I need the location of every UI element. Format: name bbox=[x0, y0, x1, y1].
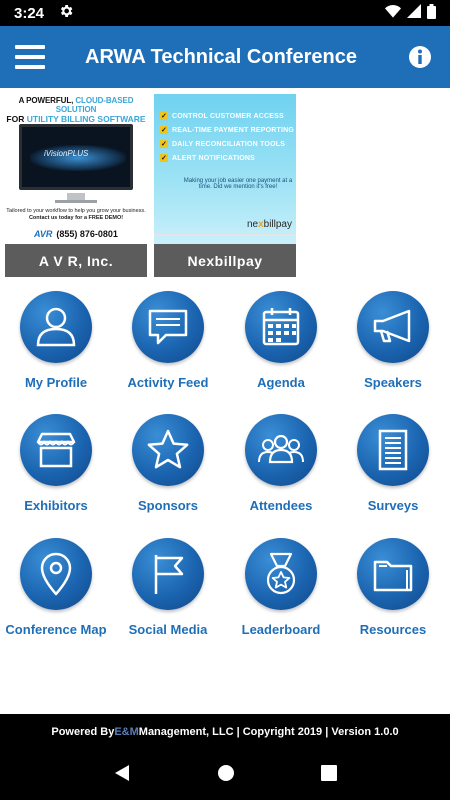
ad-avr-cta: Contact us today for a FREE DEMO! bbox=[28, 215, 124, 221]
home-button[interactable] bbox=[217, 764, 235, 787]
info-button[interactable] bbox=[390, 26, 450, 88]
check-icon: ✓ bbox=[160, 126, 168, 134]
ad-nexbillpay-image: ✓ CONTROL CUSTOMER ACCESS ✓ REAL-TIME PAYM… bbox=[154, 94, 296, 244]
ad-avr-image: A POWERFUL, CLOUD-BASED SOLUTION FOR UTI… bbox=[5, 94, 147, 244]
footer-brand: E&M bbox=[114, 726, 139, 738]
ad-nexbillpay-tagline: Making your job easier one payment at a … bbox=[183, 178, 293, 190]
status-bar: 3:24 bbox=[0, 0, 450, 26]
tile-label: Sponsors bbox=[138, 498, 198, 513]
monitor-graphic: iVisionPLUS bbox=[19, 124, 133, 190]
signal-icon bbox=[407, 4, 421, 22]
tile-social-media[interactable]: Social Media bbox=[112, 535, 224, 655]
feature-item: ✓ CONTROL CUSTOMER ACCESS bbox=[160, 112, 284, 120]
tile-speakers[interactable]: Speakers bbox=[337, 288, 449, 408]
tile-sponsors[interactable]: Sponsors bbox=[112, 411, 224, 531]
app-bar: ARWA Technical Conference bbox=[0, 26, 450, 88]
ad-nexbillpay-label: Nexbillpay bbox=[154, 244, 296, 277]
ad-avr-phone: (855) 876-0801 bbox=[56, 229, 118, 239]
footer: Powered By E&M Management, LLC | Copyrig… bbox=[0, 714, 450, 750]
footer-prefix: Powered By bbox=[51, 726, 115, 738]
profile-icon bbox=[20, 291, 92, 363]
sponsor-carousel: A POWERFUL, CLOUD-BASED SOLUTION FOR UTI… bbox=[5, 94, 450, 277]
tile-my-profile[interactable]: My Profile bbox=[0, 288, 112, 408]
ad-avr-tagline: Tailored to your workflow to help you gr… bbox=[6, 208, 146, 214]
tile-leaderboard[interactable]: Leaderboard bbox=[225, 535, 337, 655]
document-icon bbox=[357, 414, 429, 486]
settings-icon bbox=[58, 3, 74, 23]
tile-label: Activity Feed bbox=[127, 375, 209, 390]
tile-label: Resources bbox=[359, 622, 427, 637]
star-icon bbox=[132, 414, 204, 486]
ad-nexbillpay[interactable]: ✓ CONTROL CUSTOMER ACCESS ✓ REAL-TIME PAYM… bbox=[154, 94, 296, 277]
wifi-icon bbox=[385, 4, 401, 22]
ad-avr-label: A V R, Inc. bbox=[5, 244, 147, 277]
tile-label: Social Media bbox=[128, 622, 208, 637]
tile-label: Leaderboard bbox=[241, 622, 321, 637]
footer-suffix: Management, LLC | Copyright 2019 | Versi… bbox=[138, 726, 399, 738]
folder-icon bbox=[357, 538, 429, 610]
map-pin-icon bbox=[20, 538, 92, 610]
tile-label: Conference Map bbox=[5, 622, 107, 637]
ad-avr-product: iVisionPLUS bbox=[44, 149, 89, 158]
tile-label: Agenda bbox=[257, 375, 305, 390]
tile-resources[interactable]: Resources bbox=[337, 535, 449, 655]
flag-icon bbox=[132, 538, 204, 610]
feature-item: ✓ DAILY RECONCILIATION TOOLS bbox=[160, 140, 286, 148]
ad-avr[interactable]: A POWERFUL, CLOUD-BASED SOLUTION FOR UTI… bbox=[5, 94, 147, 277]
menu-button[interactable] bbox=[0, 26, 60, 88]
group-icon bbox=[245, 414, 317, 486]
page-title: ARWA Technical Conference bbox=[85, 45, 357, 68]
feature-item: ✓ ALERT NOTIFICATIONS bbox=[160, 154, 255, 162]
ad-avr-phone-line: AVR (855) 876-0801 bbox=[5, 229, 147, 239]
calendar-icon bbox=[245, 291, 317, 363]
tile-label: Speakers bbox=[364, 375, 422, 390]
ad-avr-headline-2: FOR UTILITY BILLING SOFTWARE bbox=[6, 114, 146, 124]
tile-label: Exhibitors bbox=[24, 498, 88, 513]
check-icon: ✓ bbox=[160, 112, 168, 120]
storefront-icon bbox=[20, 414, 92, 486]
tile-attendees[interactable]: Attendees bbox=[225, 411, 337, 531]
battery-icon bbox=[427, 3, 436, 23]
clock: 3:24 bbox=[14, 4, 45, 22]
check-icon: ✓ bbox=[160, 140, 168, 148]
chat-icon bbox=[132, 291, 204, 363]
info-icon bbox=[409, 46, 431, 68]
nexbillpay-logo: nexbillpay bbox=[246, 219, 292, 230]
system-nav-bar bbox=[0, 750, 450, 800]
home-icon bbox=[218, 764, 234, 781]
back-button[interactable] bbox=[113, 764, 131, 787]
check-icon: ✓ bbox=[160, 154, 168, 162]
megaphone-icon bbox=[357, 291, 429, 363]
avr-logo: AVR bbox=[34, 229, 53, 239]
tile-activity-feed[interactable]: Activity Feed bbox=[112, 288, 224, 408]
feature-list: ✓ CONTROL CUSTOMER ACCESS ✓ REAL-TIME PAYM… bbox=[160, 112, 294, 168]
recents-icon bbox=[321, 764, 337, 781]
ad-avr-headline-1: A POWERFUL, CLOUD-BASED SOLUTION bbox=[18, 96, 134, 114]
recents-button[interactable] bbox=[321, 764, 337, 786]
tile-exhibitors[interactable]: Exhibitors bbox=[0, 411, 112, 531]
tile-surveys[interactable]: Surveys bbox=[337, 411, 449, 531]
back-icon bbox=[115, 764, 129, 781]
medal-icon bbox=[245, 538, 317, 610]
feature-item: ✓ REAL-TIME PAYMENT REPORTING bbox=[160, 126, 295, 134]
hamburger-icon bbox=[15, 45, 45, 69]
tile-label: My Profile bbox=[24, 375, 88, 390]
tile-agenda[interactable]: Agenda bbox=[225, 288, 337, 408]
tile-conference-map[interactable]: Conference Map bbox=[0, 535, 112, 655]
tile-label: Surveys bbox=[367, 498, 419, 513]
tile-label: Attendees bbox=[249, 498, 313, 513]
